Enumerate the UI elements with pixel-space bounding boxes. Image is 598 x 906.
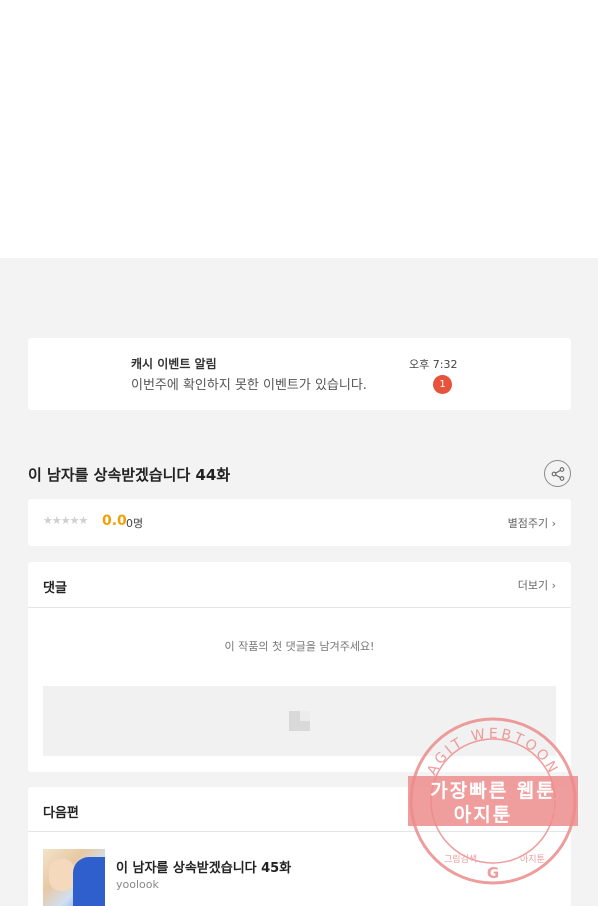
share-icon xyxy=(551,467,565,481)
notification-badge: 1 xyxy=(433,375,452,394)
cash-event-notification[interactable]: 캐시 이벤트 알림 오후 7:32 이번주에 확인하지 못한 이벤트가 있습니다… xyxy=(28,338,571,410)
rate-button[interactable]: 별점주기 › xyxy=(508,515,556,531)
rating-stars: ★★★★★ xyxy=(43,514,88,527)
comments-empty-message: 이 작품의 첫 댓글을 남겨주세요! xyxy=(224,640,375,653)
svg-text:G: G xyxy=(487,864,499,882)
rating-panel: ★★★★★ 0.0 0명 별점주기 › xyxy=(28,499,571,546)
next-episode-title[interactable]: 이 남자를 상속받겠습니다 45화 xyxy=(116,857,291,876)
notification-time: 오후 7:32 xyxy=(409,358,458,371)
notification-title: 캐시 이벤트 알림 xyxy=(131,357,217,371)
rating-score: 0.0 xyxy=(102,513,127,529)
watermark-line2: 아지툰 xyxy=(453,804,513,826)
next-episode-thumbnail[interactable] xyxy=(43,849,105,906)
episode-title: 이 남자를 상속받겠습니다 44화 xyxy=(28,466,231,484)
share-button[interactable] xyxy=(544,460,571,487)
comments-more-link[interactable]: 더보기 › xyxy=(518,577,556,593)
next-episode-author: yoolook xyxy=(116,878,159,891)
watermark-line1: 가장빠른 웹툰 xyxy=(430,780,556,802)
rating-count: 0명 xyxy=(126,517,144,530)
notification-message: 이번주에 확인하지 못한 이벤트가 있습니다. xyxy=(131,378,367,393)
watermark-bottom-right: 아지툰 xyxy=(520,854,545,865)
watermark-bottom-left: 그림검색 xyxy=(444,853,477,865)
comments-header: 댓글 더보기 › xyxy=(28,562,571,608)
comments-title: 댓글 xyxy=(43,581,67,596)
next-episode-title-label: 다음편 xyxy=(43,806,79,821)
content-blank-area xyxy=(0,0,598,258)
image-placeholder-icon xyxy=(289,711,310,731)
